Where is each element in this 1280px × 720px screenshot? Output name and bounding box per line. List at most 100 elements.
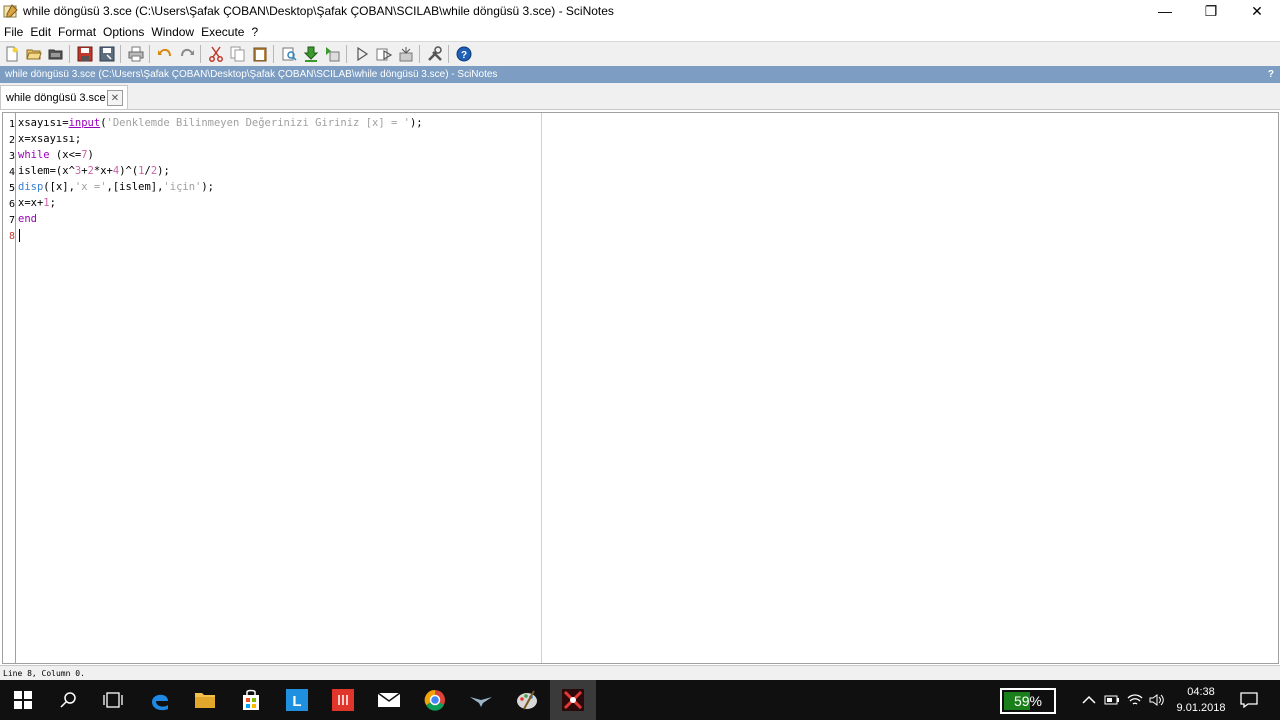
cursor-position: Line 8, Column 0. (3, 669, 85, 678)
chrome-icon (424, 689, 445, 711)
print-button[interactable] (126, 44, 146, 64)
code-line[interactable]: while (x<=7) (18, 149, 94, 161)
run-with-echo-button[interactable] (374, 44, 394, 64)
tools-icon (428, 46, 442, 61)
load-into-scilab-button[interactable] (301, 44, 321, 64)
line-number: 1 (8, 119, 15, 130)
svg-text:L: L (292, 693, 301, 710)
wifi-button[interactable] (1127, 680, 1143, 720)
battery-indicator[interactable]: 59% (1000, 688, 1056, 714)
chrome-button[interactable] (412, 680, 458, 720)
windows-logo-icon (14, 691, 32, 709)
minimize-button[interactable]: — (1142, 0, 1188, 22)
folder-icon (195, 693, 215, 708)
restore-button[interactable]: ❐ (1188, 0, 1234, 22)
edge-browser-button[interactable] (137, 680, 183, 720)
path-bar-help-button[interactable]: ? (1268, 69, 1274, 80)
toolbar-separator (448, 45, 449, 63)
task-view-button[interactable] (90, 680, 136, 720)
edge-margin-line (541, 113, 542, 663)
shopping-bag-icon (243, 689, 259, 710)
mail-button[interactable] (366, 680, 412, 720)
store-button[interactable] (228, 680, 274, 720)
menu-execute[interactable]: Execute (201, 25, 244, 39)
battery-tray-button[interactable] (1104, 680, 1120, 720)
line-number-gutter: 1 2 3 4 5 6 7 8 (3, 113, 16, 663)
open-recent-button[interactable] (46, 44, 66, 64)
text-caret (19, 229, 20, 242)
scinotes-app-icon (3, 4, 18, 18)
code-line[interactable]: x=x+1; (18, 197, 56, 209)
search-icon (60, 692, 76, 708)
copy-button[interactable] (228, 44, 248, 64)
line-number: 5 (8, 183, 15, 194)
tab-while-dongusu[interactable]: while döngüsü 3.sce ✕ (0, 85, 128, 109)
copy-icon (230, 46, 245, 62)
help-button[interactable]: ? (454, 44, 474, 64)
redo-button[interactable] (177, 44, 197, 64)
tools-button[interactable] (425, 44, 445, 64)
letter-l-app-icon: L (286, 689, 308, 711)
menu-window[interactable]: Window (151, 25, 194, 39)
code-line[interactable]: xsayısı=input('Denklemde Bilinmeyen Değe… (18, 117, 423, 129)
notification-icon (1240, 692, 1258, 708)
window-controls: — ❐ ✕ (1142, 0, 1280, 22)
folder-icon (48, 49, 63, 60)
taskbar-app-l[interactable]: L (274, 680, 320, 720)
new-file-button[interactable] (2, 44, 22, 64)
code-editor[interactable]: 1 2 3 4 5 6 7 8 xsayısı=input('Denklemde… (2, 112, 1279, 664)
code-line[interactable]: islem=(x^3+2*x+4)^(1/2); (18, 165, 170, 177)
menu-help[interactable]: ? (251, 25, 258, 39)
code-line[interactable]: end (18, 213, 37, 225)
search-button[interactable] (46, 680, 92, 720)
scilab-taskbar-button[interactable] (550, 680, 596, 720)
tab-strip: while döngüsü 3.sce ✕ (0, 83, 1280, 110)
undo-icon (158, 48, 171, 57)
exec-until-button[interactable] (323, 44, 343, 64)
debug-icon (399, 47, 413, 62)
menu-format[interactable]: Format (58, 25, 96, 39)
paste-button[interactable] (250, 44, 270, 64)
start-button[interactable] (0, 680, 46, 720)
wifi-icon (1127, 694, 1143, 705)
line-number: 8 (8, 231, 15, 242)
new-file-icon (6, 46, 18, 62)
toolbar-separator (419, 45, 420, 63)
red-app-icon (332, 689, 354, 711)
toolbar-separator (200, 45, 201, 63)
menu-file[interactable]: File (4, 25, 23, 39)
chevron-up-icon (1082, 695, 1096, 704)
toolbar-separator (346, 45, 347, 63)
close-button[interactable]: ✕ (1234, 0, 1280, 22)
file-explorer-button[interactable] (182, 680, 228, 720)
save-button[interactable] (75, 44, 95, 64)
redo-icon (181, 48, 194, 57)
toolbar-separator (149, 45, 150, 63)
show-hidden-icons-button[interactable] (1082, 680, 1096, 720)
execute-file-icon (326, 47, 340, 62)
taskbar-app-wings[interactable] (458, 680, 504, 720)
undo-button[interactable] (155, 44, 175, 64)
cut-button[interactable] (206, 44, 226, 64)
debug-button[interactable] (396, 44, 416, 64)
print-icon (128, 46, 144, 62)
save-as-icon (99, 46, 115, 62)
close-tab-button[interactable]: ✕ (107, 90, 123, 106)
save-as-button[interactable] (97, 44, 117, 64)
menu-edit[interactable]: Edit (30, 25, 51, 39)
taskbar-app-red[interactable] (320, 680, 366, 720)
task-view-icon (103, 692, 123, 708)
run-button[interactable] (352, 44, 372, 64)
code-line[interactable]: x=xsayısı; (18, 133, 81, 145)
action-center-button[interactable] (1240, 680, 1258, 720)
tab-label: while döngüsü 3.sce (6, 91, 106, 104)
wings-app-icon (470, 697, 492, 707)
code-line[interactable]: disp([x],'x =',[islem],'için'); (18, 181, 214, 193)
paint-button[interactable] (504, 680, 550, 720)
system-clock[interactable]: 04:38 9.01.2018 (1170, 684, 1232, 716)
menu-options[interactable]: Options (103, 25, 144, 39)
find-button[interactable] (279, 44, 299, 64)
volume-button[interactable] (1149, 680, 1165, 720)
windows-taskbar: L 59% 04:38 9.01.2018 (0, 680, 1280, 720)
open-file-button[interactable] (24, 44, 44, 64)
